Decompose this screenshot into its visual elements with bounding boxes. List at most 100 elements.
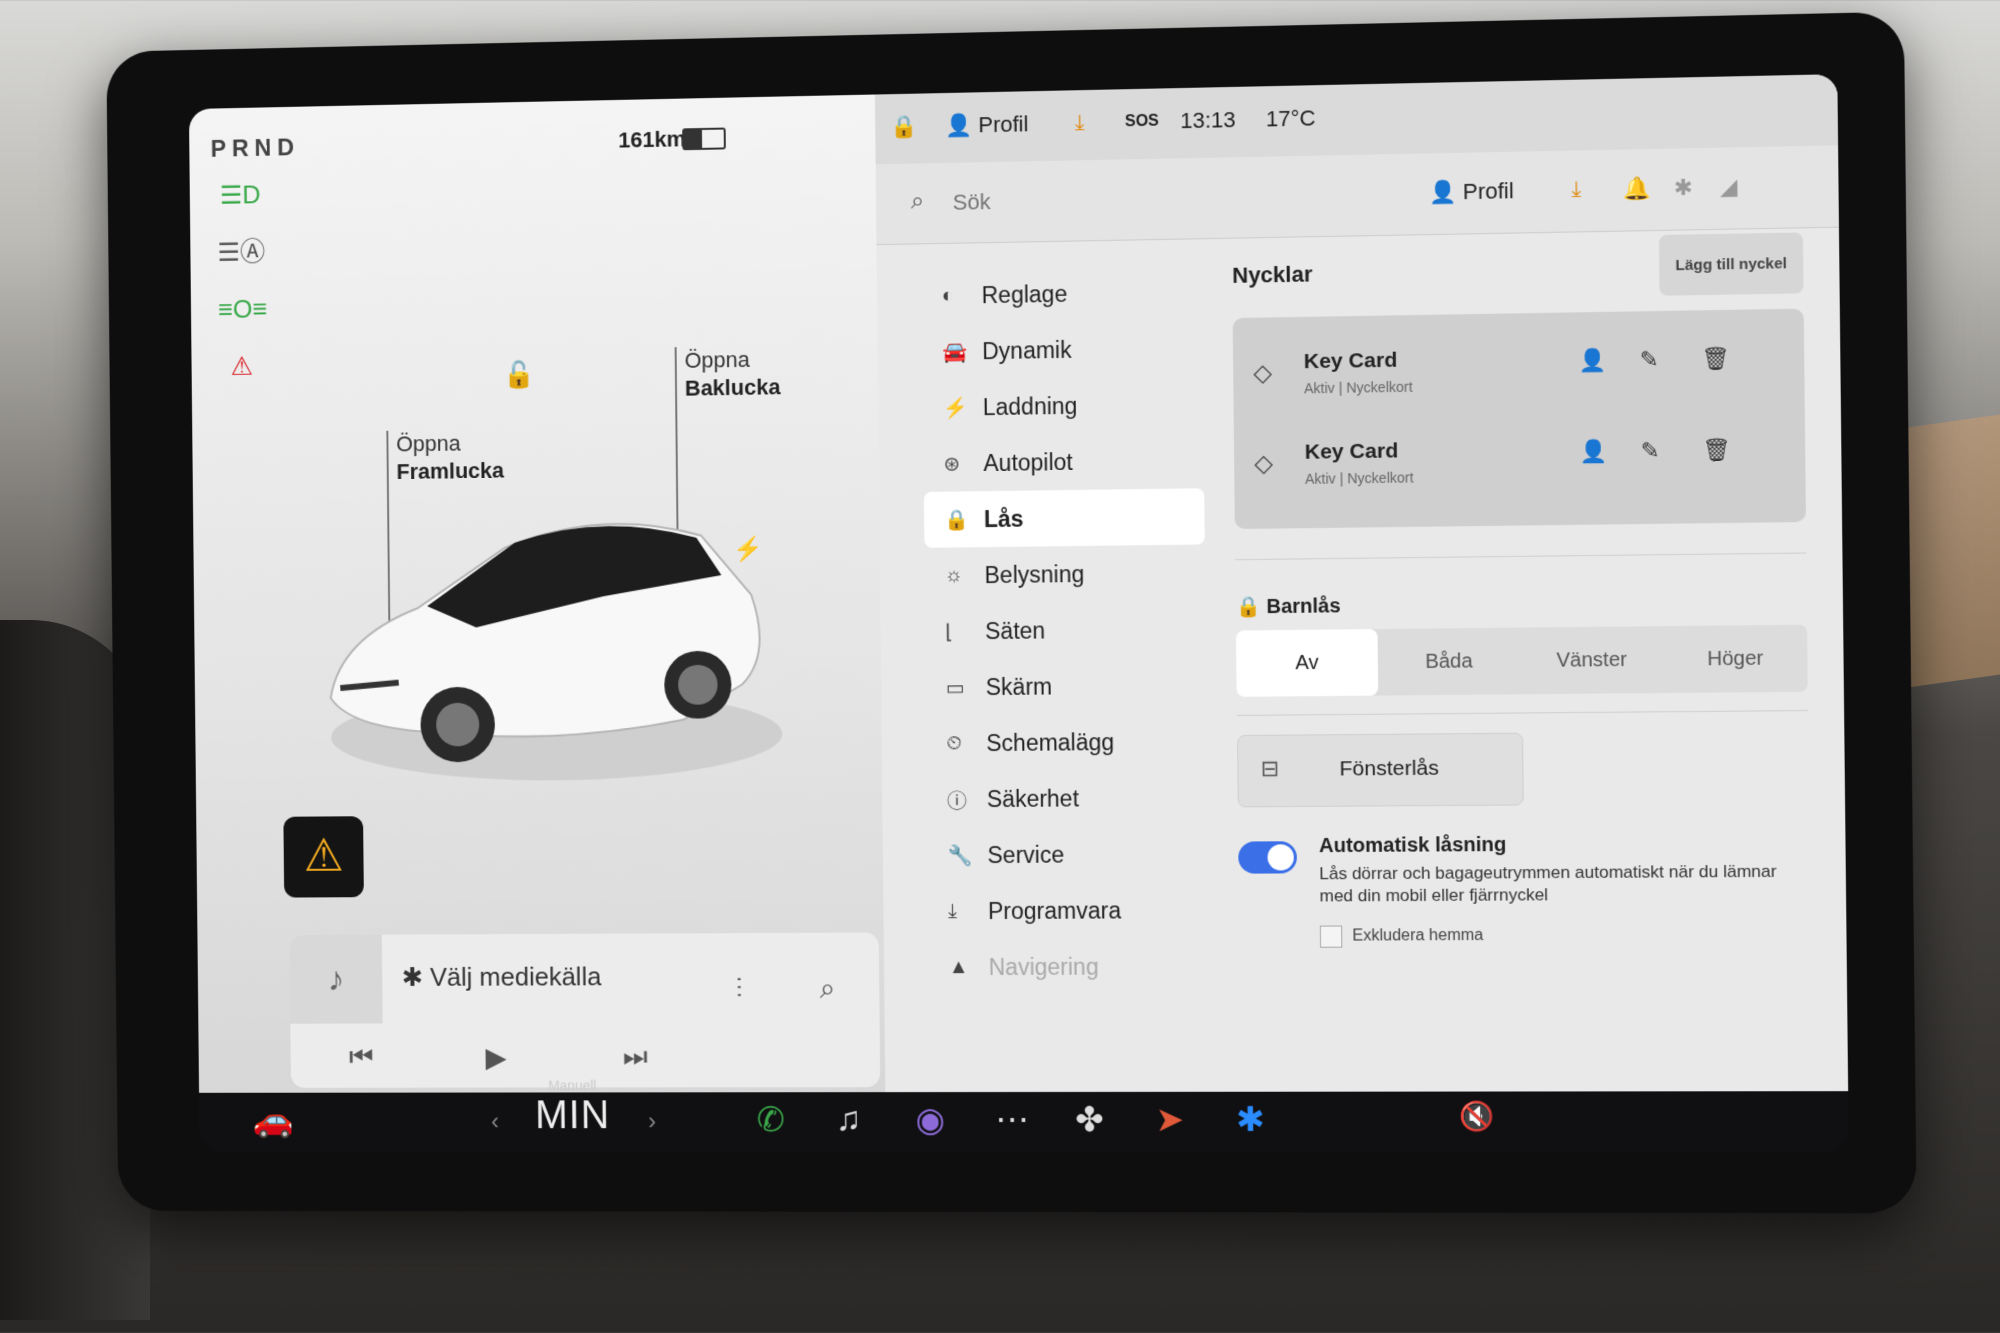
add-key-button[interactable]: Lägg till nyckel (1659, 232, 1804, 295)
lock-settings-content: Nycklar Lägg till nyckel ◇ Key Card Akti… (1232, 253, 1803, 289)
sos-button[interactable]: SOS (1125, 113, 1159, 132)
menu-label: Skärm (986, 673, 1053, 701)
trash-icon[interactable]: 🗑 (1701, 345, 1730, 372)
bolt-icon: ⚡ (943, 395, 983, 421)
menu-item-laddning[interactable]: ⚡ Laddning (923, 376, 1204, 436)
frunk-name: Framlucka (396, 456, 504, 485)
open-frunk-button[interactable]: Öppna Framlucka (396, 429, 504, 485)
checkbox-box (1320, 926, 1343, 948)
phone-icon[interactable]: ✆ (756, 1100, 785, 1140)
list-item[interactable]: ◇ Key Card Aktiv | Nyckelkort 👤 ✎ 🗑 (1254, 426, 1785, 504)
exclude-home-checkbox[interactable]: Exkludera hemma (1320, 925, 1484, 948)
next-track-button[interactable]: ⏭ (623, 1041, 648, 1074)
play-button[interactable]: ▶ (485, 1041, 506, 1074)
media-player: ♪ ✱ Välj mediekälla ⫶ ⌕ ⏮ ▶ ⏭ (289, 933, 880, 1088)
menu-item-sakerhet[interactable]: ⓘ Säkerhet (927, 769, 1208, 827)
key-status: Aktiv | Nyckelkort (1305, 469, 1414, 487)
menu-item-saten[interactable]: ⌊ Säten (925, 601, 1206, 660)
equalizer-icon[interactable]: ⫶ (735, 973, 742, 1006)
menu-item-schemalagg[interactable]: ⏲ Schemalägg (926, 713, 1207, 771)
menu-label: Dynamik (982, 336, 1072, 364)
open-trunk-button[interactable]: Öppna Baklucka (684, 345, 780, 401)
menu-item-las[interactable]: 🔒 Lås (924, 488, 1205, 548)
trunk-action: Öppna (684, 347, 749, 373)
media-search-icon[interactable]: ⌕ (820, 973, 836, 1006)
signal-icon: ◢ (1720, 174, 1738, 201)
menu-item-skarm[interactable]: ▭ Skärm (926, 657, 1207, 716)
user-icon[interactable]: 👤 (1579, 438, 1607, 465)
car-status-pane: PRND 161km ☰D ☰Ⓐ ≡O≡ ⚠ Öppna Framlucka Ö… (189, 95, 885, 1093)
bluetooth-small-icon: ✱ (402, 962, 431, 992)
navigation-icon: ▲ (949, 956, 989, 979)
frunk-action: Öppna (396, 431, 461, 457)
download-icon[interactable]: ⤓ (1571, 177, 1581, 203)
info-icon: ⓘ (947, 785, 987, 814)
auto-lock-description: Lås dörrar och bagageutrymmen automatisk… (1319, 861, 1800, 908)
volume-mute-icon[interactable]: 🔇 (1459, 1100, 1495, 1133)
menu-label: Autopilot (983, 448, 1073, 476)
auto-headlight-icon: ☰Ⓐ (217, 234, 264, 270)
media-source-selector[interactable]: ✱ Välj mediekälla (402, 961, 602, 992)
navigation-app-icon[interactable]: ➤ (1155, 1100, 1184, 1140)
music-note-icon: ♪ (289, 935, 382, 1024)
user-icon: 👤 (945, 112, 979, 138)
fan-up-chevron-icon[interactable]: › (648, 1108, 656, 1136)
menu-item-service[interactable]: 🔧 Service (927, 826, 1208, 884)
key-card-icon: ◇ (1253, 359, 1272, 388)
menu-item-autopilot[interactable]: ⊛ Autopilot (923, 432, 1204, 492)
lock-icon: 🔒 (944, 507, 984, 532)
fan-icon[interactable]: ✤ (1075, 1100, 1104, 1140)
bluetooth-icon[interactable]: ✱ (1674, 175, 1693, 202)
music-icon[interactable]: ♫ (836, 1100, 862, 1139)
battery-icon (682, 128, 726, 151)
auto-lock-title: Automatisk låsning (1319, 834, 1507, 858)
download-icon: ⤓ (948, 900, 988, 923)
lock-status-icon[interactable]: 🔒 (890, 114, 918, 141)
child-lock-section: 🔒 Barnlås Av Båda Vänster Höger (1236, 588, 1807, 619)
menu-item-navigering[interactable]: ▲ Navigering (929, 938, 1210, 995)
steering-wheel-icon: ⊛ (943, 451, 983, 477)
top-profile-button[interactable]: 👤 Profil (945, 111, 1029, 139)
warning-icon[interactable]: ⚠ (283, 816, 364, 897)
user-icon[interactable]: 👤 (1578, 347, 1606, 374)
child-lock-text: Barnlås (1266, 595, 1340, 618)
window-lock-button[interactable]: ⊟ Fönsterlås (1237, 733, 1524, 808)
car-menu-icon[interactable]: 🚗 (252, 1101, 293, 1140)
menu-item-belysning[interactable]: ☼ Belysning (924, 544, 1205, 603)
child-lock-option-both[interactable]: Båda (1378, 628, 1521, 696)
fan-down-chevron-icon[interactable]: ‹ (491, 1108, 499, 1136)
menu-item-reglage[interactable]: ◐ Reglage (921, 263, 1202, 324)
unlock-icon[interactable]: 🔓 (503, 359, 535, 390)
auto-lock-toggle[interactable] (1238, 841, 1297, 874)
trash-icon[interactable]: 🗑 (1702, 437, 1731, 464)
bluetooth-app-icon[interactable]: ✱ (1236, 1100, 1265, 1140)
exclude-home-label: Exkludera hemma (1352, 927, 1483, 946)
temperature-readout: 17°C (1266, 105, 1316, 132)
child-lock-option-right[interactable]: Höger (1663, 625, 1808, 693)
menu-label: Reglage (981, 280, 1067, 308)
fan-speed-readout[interactable]: Manuell MIN (535, 1078, 611, 1139)
bell-icon[interactable]: 🔔 (1622, 175, 1650, 202)
camera-icon[interactable]: ◉ (915, 1100, 945, 1140)
more-apps-icon[interactable]: ⋯ (995, 1100, 1029, 1140)
key-name: Key Card (1304, 349, 1398, 375)
divider (1237, 710, 1808, 716)
key-list: ◇ Key Card Aktiv | Nyckelkort 👤 ✎ 🗑 ◇ Ke… (1233, 309, 1806, 529)
child-lock-option-left[interactable]: Vänster (1520, 626, 1664, 694)
list-item[interactable]: ◇ Key Card Aktiv | Nyckelkort 👤 ✎ 🗑 (1253, 334, 1784, 413)
update-download-icon[interactable]: ⤓ (1075, 110, 1085, 136)
light-icon: ☼ (945, 564, 985, 587)
car-icon: 🚘 (942, 339, 982, 365)
menu-label: Laddning (983, 392, 1078, 420)
edit-icon[interactable]: ✎ (1641, 438, 1660, 465)
settings-menu: ◐ Reglage 🚘 Dynamik ⚡ Laddning ⊛ Autopilot 🔒… (921, 263, 1209, 995)
menu-item-dynamik[interactable]: 🚘 Dynamik (922, 320, 1203, 381)
lock-icon: 🔒 (1236, 596, 1267, 618)
profile-button[interactable]: 👤 Profil (1429, 178, 1514, 206)
edit-icon[interactable]: ✎ (1640, 346, 1659, 373)
trunk-name: Baklucka (685, 373, 781, 402)
previous-track-button[interactable]: ⏮ (349, 1041, 374, 1074)
settings-search-input[interactable] (950, 175, 1356, 223)
child-lock-option-off[interactable]: Av (1236, 629, 1378, 697)
menu-item-programvara[interactable]: ⤓ Programvara (928, 882, 1209, 939)
